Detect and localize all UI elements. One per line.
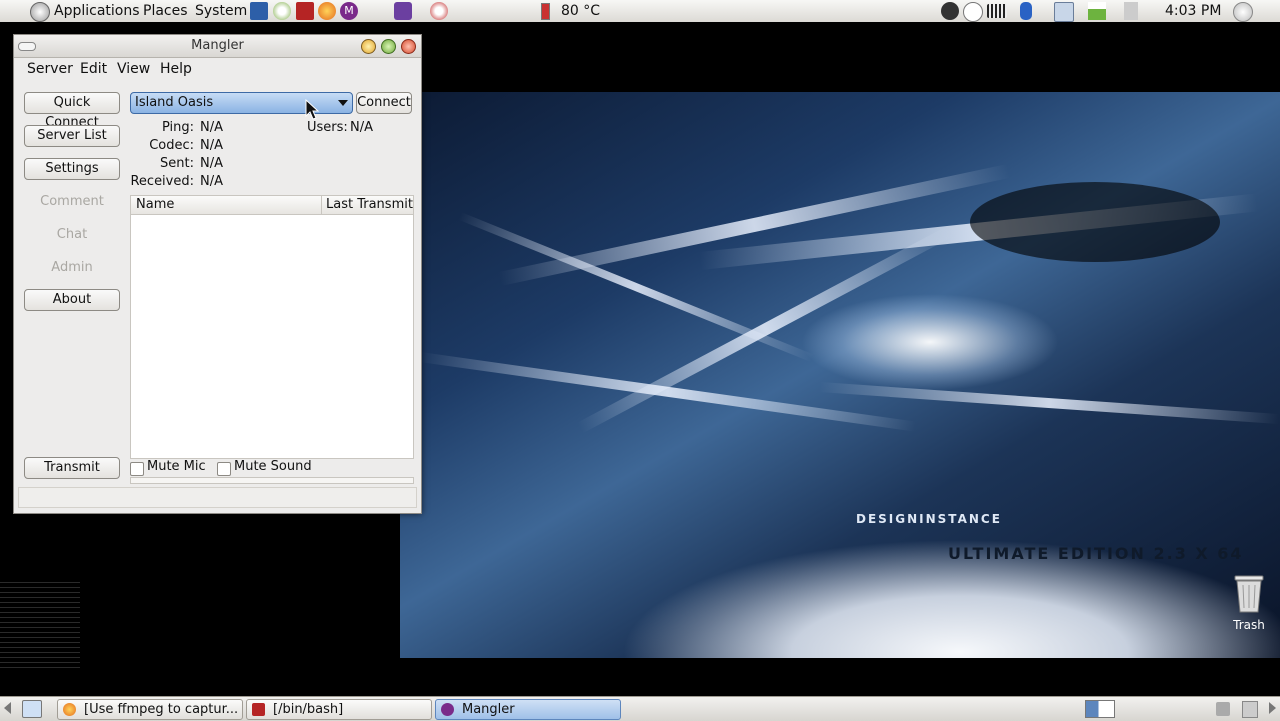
taskbar-item-ffmpeg-label: [Use ffmpeg to captur... [84,702,239,717]
taskbar-item-mangler-label: Mangler [462,702,515,717]
audio-level-bar [130,477,414,484]
wallpaper-decoration [0,578,80,668]
maximize-button[interactable] [381,39,396,54]
temperature-readout: 80 °C [561,3,601,19]
menu-places[interactable]: Places [143,0,188,22]
status-bar [18,487,417,508]
trash-applet-icon[interactable] [1242,701,1258,718]
menu-applications[interactable]: Applications [54,0,140,22]
terminal-icon[interactable] [296,2,314,20]
wallpaper-edition-text: ULTIMATE EDITION 2.3 X 64 [948,544,1244,563]
users-label: Users: [307,120,348,135]
chevron-down-icon [338,100,348,106]
sent-label: Sent: [160,156,194,171]
mute-mic-checkbox[interactable] [130,462,144,476]
mute-mic-label[interactable]: Mute Mic [147,459,206,474]
firefox-icon[interactable] [318,2,336,20]
mute-sound-label[interactable]: Mute Sound [234,459,312,474]
connect-button[interactable]: Connect [356,92,412,114]
clock[interactable]: 4:03 PM [1165,0,1221,22]
column-header-name[interactable]: Name [131,196,322,215]
mangler-icon [441,703,454,716]
shutdown-icon[interactable] [1233,2,1253,22]
distro-logo-icon[interactable] [30,2,50,22]
received-value: N/A [200,174,223,189]
trash-icon [1234,575,1264,613]
menu-server[interactable]: Server [27,61,73,77]
chrome-icon[interactable] [273,2,291,20]
server-list-button[interactable]: Server List [24,125,120,147]
taskbar-item-mangler[interactable]: Mangler [435,699,621,720]
launcher-icon[interactable] [250,2,268,20]
ping-label: Ping: [161,120,194,135]
menu-bar: Server Edit View Help [14,58,421,80]
mute-sound-checkbox[interactable] [217,462,231,476]
taskbar-item-ffmpeg[interactable]: [Use ffmpeg to captur... [57,699,243,720]
taskbar-item-bash-label: [/bin/bash] [273,702,344,717]
panel-tray-icon[interactable] [1216,702,1230,716]
trash-desktop-icon[interactable]: Trash [1227,570,1271,632]
chat-button[interactable]: Chat [24,224,120,246]
server-select-value: Island Oasis [135,95,214,110]
menu-system[interactable]: System [195,0,247,22]
sent-value: N/A [200,156,223,171]
terminal-icon [252,703,265,716]
menu-help[interactable]: Help [160,61,192,77]
mangler-launcher-icon[interactable]: M [340,2,358,20]
ping-value: N/A [200,120,223,135]
minimize-button[interactable] [361,39,376,54]
transmit-button[interactable]: Transmit [24,457,120,479]
close-button[interactable] [401,39,416,54]
clipboard-icon[interactable] [1054,2,1074,22]
wallpaper-brand-text: DESIGNINSTANCE [856,512,1002,526]
codec-value: N/A [200,138,223,153]
panel-handle-right-icon[interactable] [1269,702,1276,714]
app-launcher-icon[interactable] [394,2,412,20]
wallpaper-artwork: DESIGNINSTANCE ULTIMATE EDITION 2.3 X 64 [400,92,1280,658]
admin-button[interactable]: Admin [24,257,120,279]
show-desktop-icon[interactable] [22,700,42,718]
tray-app-icon[interactable] [941,2,959,20]
bluetooth-icon[interactable] [1020,2,1032,20]
trash-label: Trash [1233,618,1265,632]
about-button[interactable]: About [24,289,120,311]
users-value: N/A [350,120,373,135]
quick-connect-button[interactable]: Quick Connect [24,92,120,130]
window-title: Mangler [191,38,244,53]
menu-edit[interactable]: Edit [80,61,107,77]
keyboard-icon[interactable] [987,4,1007,18]
mouse-cursor-icon [305,98,320,120]
window-titlebar[interactable]: Mangler [14,35,421,58]
firefox-icon [63,703,76,716]
volume-icon[interactable] [1124,2,1138,20]
settings-button[interactable]: Settings [24,158,120,180]
user-list[interactable]: Name Last Transmit [130,195,414,459]
comment-button[interactable]: Comment [24,191,120,213]
menu-view[interactable]: View [117,61,150,77]
app-launcher-2-icon[interactable] [430,2,448,20]
wireless-signal-icon[interactable] [963,2,983,22]
network-icon[interactable] [1088,2,1106,20]
received-label: Received: [130,174,194,189]
taskbar-item-bash[interactable]: [/bin/bash] [246,699,432,720]
codec-label: Codec: [149,138,194,153]
top-panel: Applications Places System M 80 °C 4:03 … [0,0,1280,23]
bottom-panel: [Use ffmpeg to captur... [/bin/bash] Man… [0,696,1280,721]
column-header-name-label: Name [136,197,175,212]
column-header-last-transmit[interactable]: Last Transmit [322,196,413,215]
column-header-last-transmit-label: Last Transmit [326,197,413,212]
panel-handle-icon[interactable] [4,702,11,714]
thermometer-icon [541,3,550,20]
workspace-switcher[interactable] [1085,700,1115,718]
mangler-window: Mangler Server Edit View Help Quick Conn… [13,34,422,514]
